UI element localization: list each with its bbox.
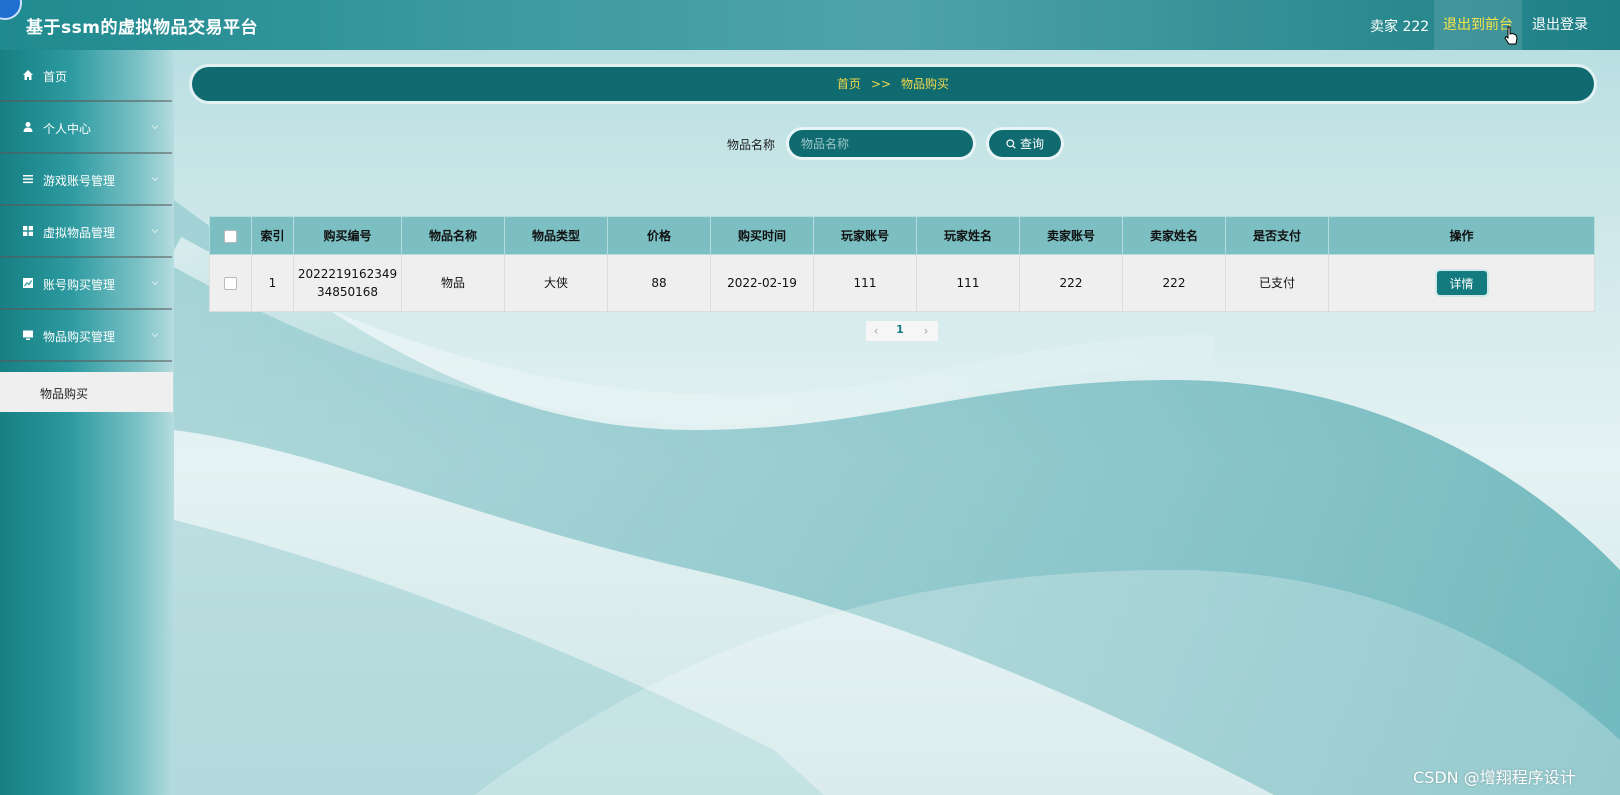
chevron-down-icon	[151, 125, 159, 130]
sidebar-item-label: 个人中心	[43, 122, 92, 136]
sidebar-item-label: 游戏账号管理	[43, 174, 116, 188]
user-icon	[23, 122, 33, 132]
search-input[interactable]	[789, 130, 973, 157]
chevron-down-icon	[151, 229, 159, 234]
select-all-cell	[209, 216, 252, 255]
page-number-current[interactable]: 1	[892, 323, 908, 336]
list-icon	[23, 175, 33, 184]
chevron-down-icon	[151, 333, 159, 338]
cell-seller-account: 222	[1019, 254, 1123, 312]
watermark: CSDN @增翔程序设计	[1413, 768, 1576, 787]
sidebar-item-account-purchase[interactable]: 账号购买管理	[0, 258, 172, 310]
sidebar-item-goods-purchase[interactable]: 物品购买管理	[0, 310, 172, 362]
column-header: 物品类型	[504, 216, 608, 255]
cell-index: 1	[251, 254, 294, 312]
column-header: 玩家姓名	[916, 216, 1020, 255]
row-checkbox[interactable]	[224, 277, 237, 290]
sidebar-item-label: 虚拟物品管理	[43, 226, 116, 240]
main-background	[174, 50, 1620, 795]
select-all-checkbox[interactable]	[224, 229, 237, 243]
cell-paid-status: 已支付	[1225, 254, 1329, 312]
chevron-down-icon	[151, 177, 159, 182]
monitor-icon	[23, 330, 33, 340]
column-header: 购买编号	[293, 216, 402, 255]
column-header: 卖家账号	[1019, 216, 1123, 255]
cell-item-type: 大侠	[504, 254, 608, 312]
order-no-line1: 2022219162349	[297, 267, 398, 281]
sidebar-item-label: 账号购买管理	[43, 278, 116, 292]
breadcrumb-current: 物品购买	[901, 77, 950, 91]
grid-icon	[23, 226, 33, 236]
row-select-cell	[209, 254, 252, 312]
cell-order-no: 2022219162349 34850168	[293, 254, 402, 312]
search-icon	[1006, 139, 1016, 149]
cell-actions: 详情	[1328, 254, 1595, 312]
pagination: ‹ 1 ›	[866, 321, 938, 341]
column-header: 索引	[251, 216, 294, 255]
submenu-item-label: 物品购买	[40, 387, 89, 401]
cell-item-name: 物品	[401, 254, 505, 312]
sidebar-item-game-account[interactable]: 游戏账号管理	[0, 154, 172, 206]
logout-button[interactable]: 退出登录	[1522, 0, 1598, 50]
table-header-row: 索引 购买编号 物品名称 物品类型 价格 购买时间 玩家账号 玩家姓名 卖家账号…	[209, 216, 1595, 255]
column-header: 玩家账号	[813, 216, 917, 255]
logo-icon	[0, 0, 22, 20]
home-icon	[23, 70, 33, 80]
table-row: 1 2022219162349 34850168 物品 大侠 88 2022-02…	[209, 254, 1595, 312]
cell-purchase-time: 2022-02-19	[710, 254, 814, 312]
breadcrumb-home-link[interactable]: 首页	[837, 77, 861, 91]
breadcrumb-separator: >>	[870, 77, 892, 91]
cell-price: 88	[607, 254, 711, 312]
top-header: 基于ssm的虚拟物品交易平台 卖家 222 退出到前台 退出登录	[0, 0, 1620, 50]
column-header: 是否支付	[1225, 216, 1329, 255]
search-button-label: 查询	[1019, 137, 1044, 151]
prev-page-button[interactable]: ‹	[870, 324, 882, 338]
column-header: 操作	[1328, 216, 1595, 255]
cell-player-account: 111	[813, 254, 917, 312]
cell-player-name: 111	[916, 254, 1020, 312]
sidebar-item-personal-center[interactable]: 个人中心	[0, 102, 172, 154]
app-title: 基于ssm的虚拟物品交易平台	[26, 18, 258, 38]
breadcrumb: 首页 >> 物品购买	[192, 67, 1594, 101]
next-page-button[interactable]: ›	[920, 324, 932, 338]
hand-cursor-icon	[1504, 26, 1518, 45]
column-header: 购买时间	[710, 216, 814, 255]
user-label: 卖家 222	[1370, 19, 1430, 35]
sidebar-item-label: 物品购买管理	[43, 330, 116, 344]
column-header: 物品名称	[401, 216, 505, 255]
silk-wave-decoration	[174, 200, 1620, 795]
column-header: 卖家姓名	[1122, 216, 1226, 255]
sidebar-item-virtual-goods[interactable]: 虚拟物品管理	[0, 206, 172, 258]
sidebar-item-home[interactable]: 首页	[0, 50, 172, 102]
purchase-table: 索引 购买编号 物品名称 物品类型 价格 购买时间 玩家账号 玩家姓名 卖家账号…	[209, 216, 1595, 312]
detail-button[interactable]: 详情	[1436, 271, 1487, 295]
sidebar-item-label: 首页	[43, 70, 68, 84]
search-button[interactable]: 查询	[989, 130, 1061, 157]
order-no-line2: 34850168	[316, 285, 379, 299]
sidebar: 首页 个人中心 游戏账号管理 虚拟物品管理 账号购买管理 物品购买管理 物品购买	[0, 50, 174, 795]
column-header: 价格	[607, 216, 711, 255]
cell-seller-name: 222	[1122, 254, 1226, 312]
search-label: 物品名称	[727, 138, 776, 152]
chevron-down-icon	[151, 281, 159, 286]
submenu-item-goods-purchase[interactable]: 物品购买	[0, 372, 173, 412]
chart-icon	[23, 278, 33, 288]
